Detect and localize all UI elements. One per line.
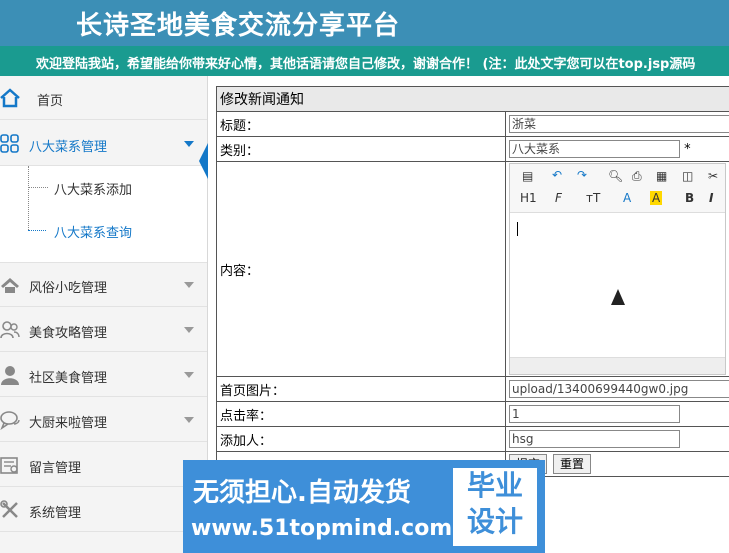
italic-icon[interactable]: I [709,191,713,205]
font-family-icon[interactable]: F [555,191,562,205]
sidebar-item-label: 风俗小吃管理 [29,281,108,296]
watermark-badge-line2: 设计 [466,505,523,538]
clicks-field[interactable]: 1 [509,405,680,423]
sidebar-item-label: 八大菜系管理 [29,140,108,155]
app-header: 长诗圣地美食交流分享平台 [0,0,729,46]
clicks-label: 点击率： [216,401,506,427]
house-icon [1,278,19,293]
image-label: 首页图片： [216,376,506,402]
form-heading: 修改新闻通知 [216,86,729,112]
text-caret [517,222,518,236]
highlight-icon[interactable]: A [650,191,663,205]
sidebar-item-label: 留言管理 [29,461,82,476]
sidebar-item-messages[interactable]: 留言管理 [0,443,207,487]
author-field[interactable]: hsg [509,430,680,448]
cut-icon[interactable]: ✂ [708,169,718,183]
edit-news-form: 修改新闻通知 标题： 浙菜 类别： 八大菜系 * 内容： ▤ ↶ ↷ 🔍︎ ⎙ … [216,86,729,477]
sidebar-item-cuisines[interactable]: 八大菜系管理 [0,122,207,166]
category-label: 类别： [216,136,506,162]
chevron-down-icon [184,141,194,147]
editor-toolbar: ▤ ↶ ↷ 🔍︎ ⎙ ▦ ◫ ✂ H1 F тT A A B I [510,164,725,213]
template-icon[interactable]: ▦ [656,169,667,183]
sidebar: 首页 八大菜系管理 八大菜系添加 八大菜系查询 风俗小吃管理 美食攻略管理 社区… [0,76,208,553]
reset-button[interactable]: 重置 [553,454,592,474]
sidebar-item-snacks[interactable]: 风俗小吃管理 [0,263,207,307]
required-mark: * [684,142,691,157]
chevron-down-icon [184,282,194,288]
form-icon [0,457,18,474]
rich-text-editor[interactable]: ▤ ↶ ↷ 🔍︎ ⎙ ▦ ◫ ✂ H1 F тT A A B I [509,163,726,375]
sidebar-item-label: 社区美食管理 [29,371,108,386]
author-label: 添加人： [216,426,506,452]
image-field[interactable]: upload/13400699440gw0.jpg [509,380,729,398]
active-indicator [199,143,208,179]
tree-connector [28,230,46,231]
tools-icon [0,500,18,518]
font-size-icon[interactable]: тT [586,191,600,205]
home-icon [0,88,20,108]
chat-icon [0,411,20,430]
code-icon[interactable]: ◫ [682,169,693,183]
chevron-down-icon [184,372,194,378]
sidebar-item-label: 系统管理 [29,506,82,521]
notice-text: 欢迎登陆我站，希望能给你带来好心情，其他话语请您自己修改，谢谢合作！ (注：此处… [36,57,696,72]
notice-bar: 欢迎登陆我站，希望能给你带来好心情，其他话语请您自己修改，谢谢合作！ (注：此处… [0,46,729,76]
watermark-slogan: 无须担心.自动发货 [193,478,411,508]
editor-statusbar [510,357,725,374]
sidebar-item-chefs[interactable]: 大厨来啦管理 [0,398,207,442]
submenu-item-label: 八大菜系添加 [54,183,133,198]
submenu-item-add[interactable]: 八大菜系添加 [0,166,207,208]
sidebar-item-label: 首页 [37,94,64,109]
sidebar-item-guides[interactable]: 美食攻略管理 [0,308,207,352]
undo-icon[interactable]: ↶ [552,168,562,182]
title-label: 标题： [216,111,506,137]
chevron-down-icon [184,417,194,423]
site-title: 长诗圣地美食交流分享平台 [76,11,401,41]
tree-connector [28,187,48,188]
redo-icon[interactable]: ↷ [577,168,587,182]
sidebar-item-label: 美食攻略管理 [29,326,108,341]
mouse-cursor-icon [611,289,625,305]
cuisine-submenu: 八大菜系添加 八大菜系查询 [0,166,207,263]
users-icon [0,321,20,339]
sidebar-item-community[interactable]: 社区美食管理 [0,353,207,397]
print-icon[interactable]: ⎙ [632,169,642,184]
watermark-banner: 无须担心.自动发货 www.51topmind.com 毕业 设计 [183,460,545,553]
bold-icon[interactable]: B [685,191,694,205]
watermark-badge-line1: 毕业 [466,469,523,502]
heading-icon[interactable]: H1 [520,191,537,205]
sidebar-item-system[interactable]: 系统管理 [0,488,207,532]
source-icon[interactable]: ▤ [522,169,533,183]
preview-icon[interactable]: 🔍︎ [608,169,623,183]
submenu-item-query[interactable]: 八大菜系查询 [0,209,207,251]
category-field[interactable]: 八大菜系 [509,140,680,158]
grid-icon [0,134,19,153]
submenu-item-label: 八大菜系查询 [54,226,133,241]
user-icon [1,366,19,385]
sidebar-item-label: 大厨来啦管理 [29,416,108,431]
watermark-url: www.51topmind.com [191,516,453,541]
content-label: 内容： [216,161,506,377]
title-field[interactable]: 浙菜 [509,115,729,133]
sidebar-item-home[interactable]: 首页 [0,76,207,120]
watermark-badge: 毕业 设计 [453,468,537,546]
chevron-down-icon [184,327,194,333]
text-color-icon[interactable]: A [623,191,631,205]
